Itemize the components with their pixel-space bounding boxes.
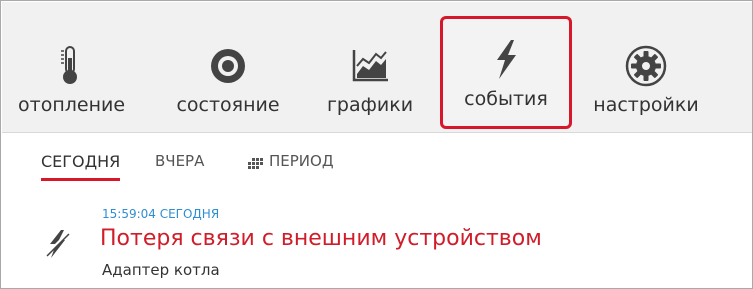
lightning-icon [484,38,528,82]
tab-yesterday[interactable]: Вчера [155,152,204,170]
tab-status-label: состояние [176,94,280,116]
event-title: Потеря связи с внешним устройством [100,226,542,251]
tab-charts[interactable]: графики [325,28,415,118]
tab-events[interactable]: события [440,16,572,129]
period-tabs: Сегодня Вчера Период [1,132,752,186]
chart-icon [348,44,392,88]
tab-settings-label: настройки [593,94,699,116]
tab-today[interactable]: Сегодня [41,152,121,181]
active-tab-underline [41,178,121,181]
top-navigation: отопление состояние графики события наст… [2,2,752,133]
tab-settings[interactable]: настройки [591,28,701,118]
app-frame: отопление состояние графики события наст… [0,0,753,289]
tab-period-label: Период [269,152,334,170]
tab-events-label: события [464,88,548,110]
event-list-item[interactable]: 15:59:04 Сегодня Потеря связи с внешним … [1,199,752,288]
target-icon [206,44,250,88]
thermometer-icon [48,44,92,88]
gear-icon [624,44,668,88]
tab-heating[interactable]: отопление [18,28,126,118]
calendar-grid-icon [248,155,264,169]
tab-period[interactable]: Период [248,152,334,170]
tab-charts-label: графики [326,94,414,116]
event-source: Адаптер котла [102,261,220,279]
tab-heating-label: отопление [18,94,126,116]
no-power-icon [44,229,70,259]
event-timestamp: 15:59:04 Сегодня [102,207,220,221]
tab-status[interactable]: состояние [172,28,284,118]
tab-today-label: Сегодня [41,152,121,171]
tab-yesterday-label: Вчера [155,152,205,170]
